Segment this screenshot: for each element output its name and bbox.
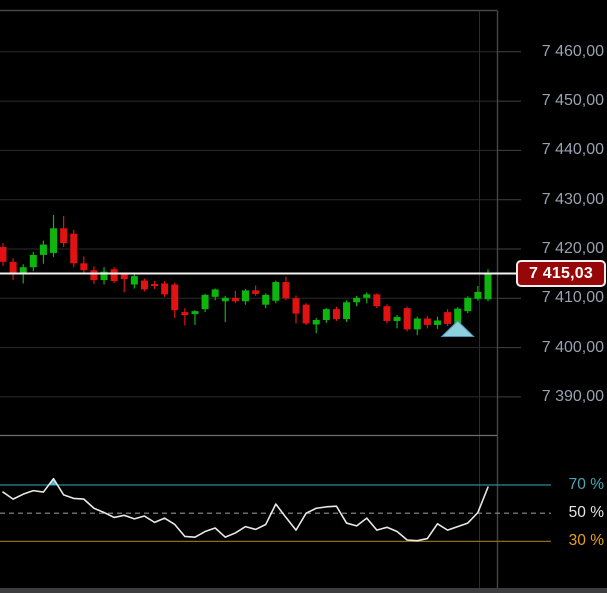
price-axis-label: 7 420,00 bbox=[541, 240, 604, 257]
candles bbox=[0, 214, 492, 336]
candle-body bbox=[151, 284, 159, 286]
candle-body bbox=[312, 319, 320, 325]
candle-body bbox=[252, 290, 260, 294]
candle-body bbox=[201, 294, 209, 310]
candle-body bbox=[181, 312, 189, 316]
last-price-tag: 7 415,03 bbox=[516, 260, 606, 287]
candle-body bbox=[282, 282, 290, 299]
candle-body bbox=[484, 273, 492, 300]
oscillator-overbought-fill bbox=[48, 478, 58, 485]
candle-body bbox=[413, 318, 421, 330]
candle-body bbox=[90, 270, 98, 281]
bottom-edge-bar bbox=[0, 588, 607, 593]
candle-body bbox=[302, 304, 310, 324]
candle-body bbox=[60, 228, 68, 244]
candle-body bbox=[0, 247, 7, 262]
candle-body bbox=[433, 320, 441, 325]
candle-body bbox=[373, 294, 381, 307]
candle-body bbox=[29, 254, 37, 268]
candle-body bbox=[130, 276, 138, 285]
candle-body bbox=[272, 282, 280, 301]
candle-body bbox=[262, 294, 270, 305]
price-axis-label: 7 410,00 bbox=[541, 289, 604, 307]
candle-body bbox=[403, 308, 411, 330]
candle-body bbox=[50, 228, 58, 253]
candle-body bbox=[363, 294, 371, 298]
candle-body bbox=[120, 274, 128, 280]
candle-body bbox=[171, 284, 179, 311]
candle-body bbox=[332, 309, 340, 320]
candle-body bbox=[343, 302, 351, 320]
oscillator-level-label: 50 % bbox=[568, 504, 604, 522]
candle-body bbox=[444, 312, 452, 324]
candle-body bbox=[423, 318, 431, 325]
candle-body bbox=[70, 233, 78, 264]
price-axis-label: 7 460,00 bbox=[541, 42, 604, 60]
candle-body bbox=[191, 311, 199, 315]
chart-canvas[interactable] bbox=[0, 0, 607, 593]
candle-body bbox=[464, 297, 472, 312]
candle-body bbox=[393, 317, 401, 321]
last-price-value: 7 415,03 bbox=[529, 264, 593, 282]
candle-body bbox=[80, 263, 88, 271]
candle-body bbox=[39, 244, 47, 255]
price-axis-label: 7 430,00 bbox=[541, 190, 604, 208]
candle-body bbox=[231, 297, 239, 302]
candle-body bbox=[292, 298, 300, 314]
candle-body bbox=[322, 309, 330, 320]
oscillator-level-label: 30 % bbox=[568, 532, 604, 550]
candle-body bbox=[383, 306, 391, 321]
oscillator-line bbox=[2, 477, 489, 542]
candle-body bbox=[110, 269, 118, 282]
candle-body bbox=[140, 280, 148, 290]
price-axis-label: 7 440,00 bbox=[541, 141, 604, 159]
candle-body bbox=[221, 297, 229, 302]
candle-body bbox=[9, 261, 17, 275]
price-axis-label: 7 400,00 bbox=[541, 338, 604, 356]
candle-body bbox=[161, 283, 169, 295]
trading-chart-window: 7 460,00 7 450,00 7 440,00 7 430,00 7 420,00… bbox=[0, 0, 607, 593]
candle-body bbox=[241, 290, 249, 302]
candle-body bbox=[211, 289, 219, 297]
candle-body bbox=[353, 297, 361, 303]
price-axis-label: 7 450,00 bbox=[541, 92, 604, 110]
price-axis-label: 7 390,00 bbox=[541, 387, 604, 405]
oscillator-level-label: 70 % bbox=[568, 476, 604, 493]
candle-body bbox=[474, 291, 482, 299]
